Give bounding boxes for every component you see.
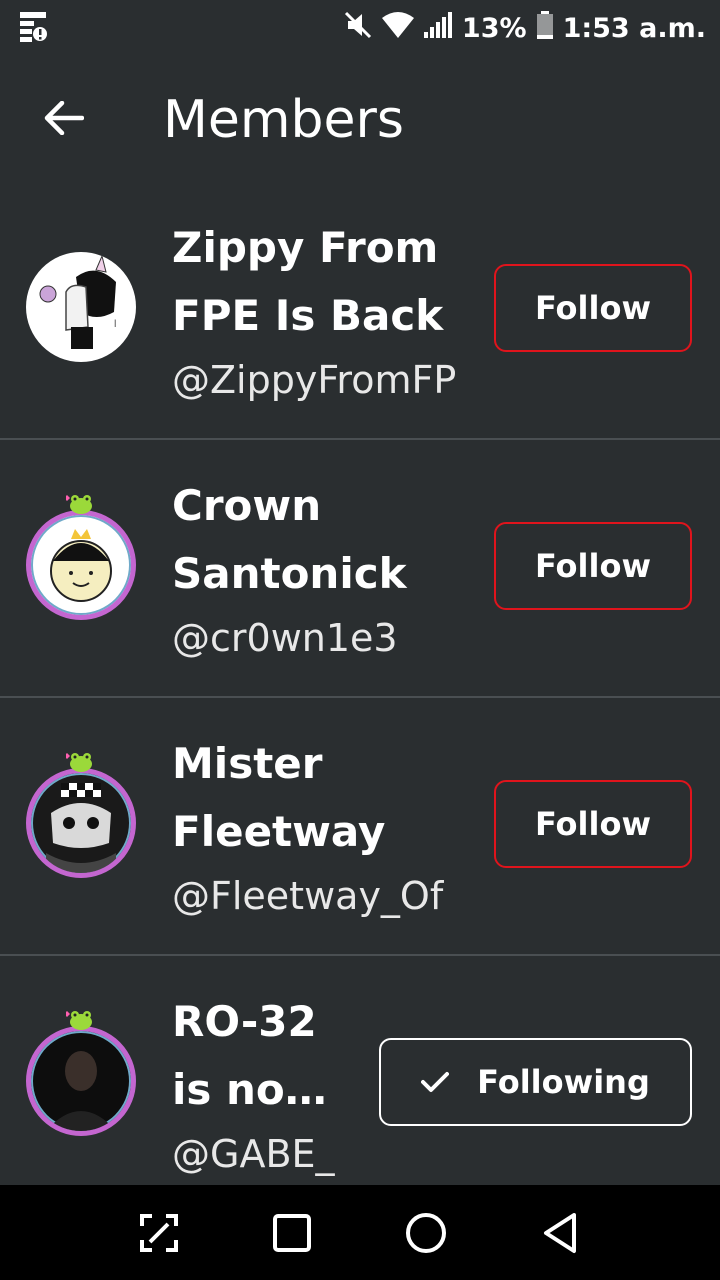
member-row[interactable]: RO-32 is no… @GABE_ Following <box>0 956 720 1216</box>
member-display-name: Zippy From FPE Is Back <box>172 223 444 340</box>
frog-badge-icon <box>66 1011 92 1030</box>
recents-square-icon <box>273 1214 311 1252</box>
member-username: @GABE_ <box>172 1132 335 1176</box>
wifi-icon <box>381 11 414 45</box>
following-label: Following <box>477 1063 650 1101</box>
system-nav-bar <box>0 1185 720 1280</box>
member-row[interactable]: Crown Santonick @cr0wn1e3 Follow <box>0 440 720 698</box>
member-username: @ZippyFromFP <box>172 358 457 402</box>
page-title: Members <box>163 90 404 150</box>
following-button[interactable]: Following <box>379 1038 692 1126</box>
checkmark-icon <box>421 1072 450 1092</box>
member-row[interactable]: Mister Fleetway @Fleetway_Of Follow <box>0 698 720 956</box>
mute-icon <box>344 11 372 46</box>
follow-button[interactable]: Follow <box>494 522 692 610</box>
home-button[interactable] <box>400 1207 452 1259</box>
svg-text:ꟾ: ꟾ <box>114 318 116 329</box>
back-triangle-icon <box>544 1213 576 1253</box>
system-back-button[interactable] <box>534 1207 586 1259</box>
member-username: @cr0wn1e3 <box>172 616 398 660</box>
arrow-left-icon <box>44 101 84 135</box>
screenshot-edit-icon <box>140 1214 178 1252</box>
back-button[interactable] <box>34 88 94 148</box>
member-display-name: RO-32 is no… <box>172 997 327 1114</box>
avatar[interactable]: ꟾ <box>26 252 136 362</box>
member-display-name: Crown Santonick <box>172 481 407 598</box>
avatar[interactable] <box>26 495 136 620</box>
follow-button[interactable]: Follow <box>494 264 692 352</box>
follow-button[interactable]: Follow <box>494 780 692 868</box>
members-list: ꟾ Zippy From FPE Is Back @ZippyFromFP Fo… <box>0 182 720 1216</box>
clock: 1:53 a.m. <box>562 12 706 44</box>
status-bar: 13% 1:53 a.m. <box>0 0 720 56</box>
app-header: Members <box>0 60 720 182</box>
home-circle-icon <box>406 1213 446 1253</box>
signal-icon <box>423 11 452 45</box>
notification-icon <box>20 12 48 46</box>
frog-badge-icon <box>66 495 92 514</box>
recents-button[interactable] <box>266 1207 318 1259</box>
member-row[interactable]: ꟾ Zippy From FPE Is Back @ZippyFromFP Fo… <box>0 182 720 440</box>
screenshot-edit-button[interactable] <box>133 1207 185 1259</box>
member-username: @Fleetway_Of <box>172 874 444 918</box>
battery-icon <box>536 10 553 46</box>
member-display-name: Mister Fleetway <box>172 739 386 856</box>
avatar[interactable] <box>26 1011 136 1136</box>
battery-percent: 13% <box>461 12 527 44</box>
frog-badge-icon <box>66 753 92 772</box>
avatar[interactable] <box>26 753 136 878</box>
